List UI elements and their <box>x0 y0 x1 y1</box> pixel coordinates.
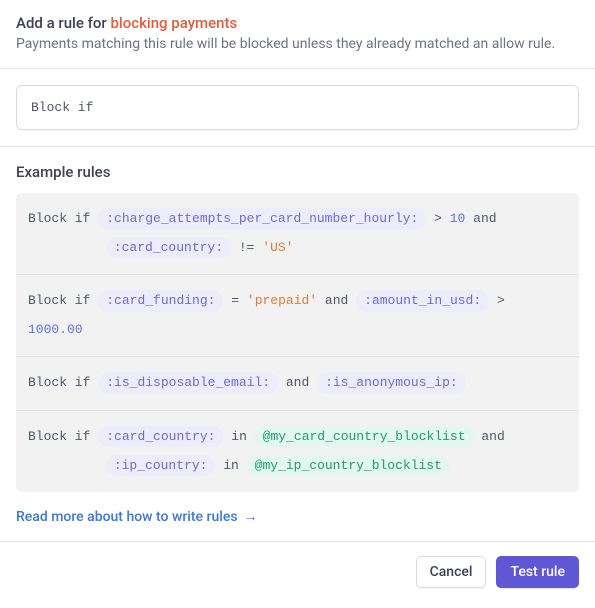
page-subtitle: Payments matching this rule will be bloc… <box>16 36 579 52</box>
op-gt: > <box>497 293 505 308</box>
rule-input[interactable]: Block if <box>16 85 579 130</box>
list-token: @my_ip_country_blocklist <box>247 455 450 477</box>
block-if-kw: Block if <box>28 293 90 308</box>
op-and: and <box>481 429 504 444</box>
read-more-link[interactable]: Read more about how to write rules → <box>16 508 258 525</box>
op-gt: > <box>434 211 442 226</box>
example-rules-heading: Example rules <box>16 163 579 181</box>
example-rule-1: Block if :charge_attempts_per_card_numbe… <box>16 193 579 275</box>
string-literal: 'prepaid' <box>247 293 317 308</box>
field-token: :card_country: <box>98 426 223 448</box>
block-if-kw: Block if <box>28 429 90 444</box>
field-token: :card_country: <box>106 237 231 259</box>
field-token: :card_funding: <box>98 290 223 312</box>
string-literal: 'US' <box>262 240 293 255</box>
arrow-right-icon: → <box>244 508 258 525</box>
footer: Cancel Test rule <box>0 542 595 608</box>
field-token: :is_disposable_email: <box>98 372 278 394</box>
read-more-label: Read more about how to write rules <box>16 509 238 525</box>
title-highlight: blocking payments <box>110 14 237 32</box>
title-prefix: Add a rule for <box>16 14 110 32</box>
number-literal: 10 <box>450 211 466 226</box>
field-token: :ip_country: <box>106 455 216 477</box>
example-rule-3: Block if :is_disposable_email: and :is_a… <box>16 357 579 411</box>
block-if-kw: Block if <box>28 375 90 390</box>
op-and: and <box>473 211 496 226</box>
field-token: :charge_attempts_per_card_number_hourly: <box>98 208 426 230</box>
block-if-kw: Block if <box>28 211 90 226</box>
example-rule-2: Block if :card_funding: = 'prepaid' and … <box>16 275 579 357</box>
number-literal: 1000.00 <box>28 322 83 337</box>
cancel-button[interactable]: Cancel <box>416 556 487 588</box>
list-token: @my_card_country_blocklist <box>255 426 474 448</box>
test-rule-button[interactable]: Test rule <box>496 556 579 588</box>
op-and: and <box>286 375 309 390</box>
op-in: in <box>223 458 239 473</box>
field-token: :is_anonymous_ip: <box>317 372 466 394</box>
example-rule-4: Block if :card_country: in @my_card_coun… <box>16 411 579 492</box>
op-eq: = <box>231 293 239 308</box>
example-rules-container: Block if :charge_attempts_per_card_numbe… <box>16 193 579 492</box>
op-in: in <box>231 429 247 444</box>
op-and: and <box>325 293 348 308</box>
field-token: :amount_in_usd: <box>356 290 489 312</box>
op-neq: != <box>239 240 255 255</box>
page-title: Add a rule for blocking payments <box>16 14 579 32</box>
